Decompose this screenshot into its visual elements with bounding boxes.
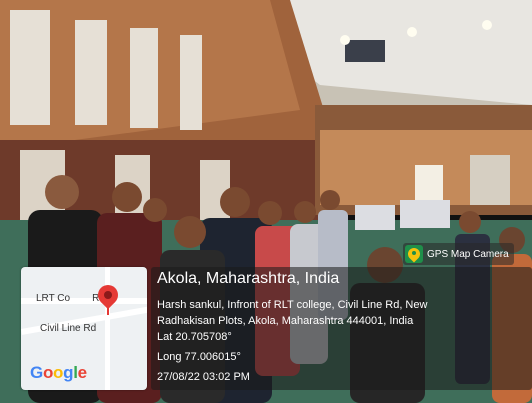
hall-photo [0, 0, 532, 403]
hall-scene [0, 0, 532, 403]
